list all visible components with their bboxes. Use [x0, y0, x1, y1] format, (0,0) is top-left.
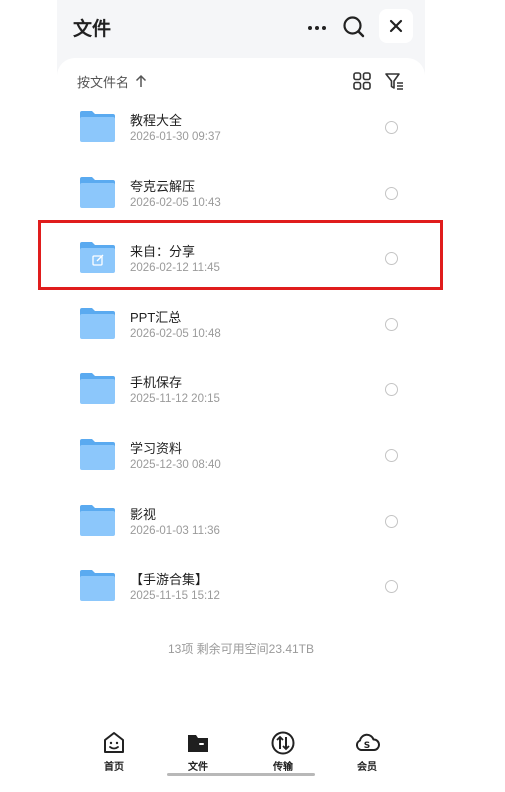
tab-home[interactable]: 首页: [89, 730, 139, 774]
header: 文件: [57, 0, 425, 56]
svg-text:S: S: [364, 741, 370, 751]
file-date: 2026-02-05 10:48: [130, 327, 221, 340]
folder-icon: [80, 111, 115, 142]
close-icon: [389, 19, 403, 33]
folder-icon: [80, 373, 115, 405]
tab-vip-label: 会员: [357, 762, 377, 773]
filter-icon[interactable]: [384, 71, 404, 91]
folder-icon: [188, 735, 208, 752]
select-radio[interactable]: [385, 186, 398, 200]
sort-label: 按文件名: [77, 74, 130, 90]
select-radio[interactable]: [385, 121, 398, 134]
file-list-panel: 按文件名 教程大全 2026-01-30 09:37 夸克云解压 2026-02-05…: [57, 58, 425, 792]
select-radio[interactable]: [385, 317, 398, 331]
file-name: PPT汇总: [130, 309, 182, 325]
storage-summary: 13项 剩余可用空间23.41TB: [167, 642, 315, 656]
tab-files-label: 文件: [188, 762, 208, 773]
more-icon[interactable]: [305, 16, 329, 40]
file-name: 教程大全: [130, 113, 183, 128]
file-name: 【手游合集】: [130, 572, 209, 588]
select-radio[interactable]: [385, 383, 398, 397]
folder-icon: [80, 176, 115, 208]
file-name: 夸克云解压: [130, 178, 196, 194]
file-row[interactable]: 教程大全 2026-01-30 09:37: [57, 98, 425, 163]
tab-home-label: 首页: [104, 762, 124, 773]
file-row[interactable]: 学习资料 2025-12-30 08:40: [57, 426, 425, 491]
select-radio[interactable]: [385, 580, 398, 594]
tab-transfer[interactable]: 传输: [258, 730, 308, 774]
select-radio[interactable]: [385, 449, 398, 462]
cloud-vip-icon: S: [355, 733, 380, 751]
file-date: 2025-11-15 15:12: [130, 590, 220, 603]
phone-screen: 文件 按文件名 教程大全 2026-01-30 09:37 夸克云解压 2026…: [57, 0, 425, 792]
file-row[interactable]: 手机保存 2025-11-12 20:15: [57, 360, 425, 425]
folder-icon: [80, 570, 115, 602]
grid-view-icon[interactable]: [353, 72, 371, 90]
file-date: 2026-02-05 10:43: [130, 196, 221, 209]
search-icon[interactable]: [341, 14, 367, 40]
select-radio[interactable]: [385, 514, 398, 528]
page-title: 文件: [73, 19, 112, 40]
sort-ascending-icon: [135, 74, 147, 87]
tab-transfer-label: 传输: [273, 762, 293, 773]
list-fade: [57, 618, 425, 640]
file-name: 手机保存: [130, 375, 183, 391]
folder-icon: [80, 439, 115, 470]
sort-control[interactable]: 按文件名: [77, 72, 147, 90]
home-smile-icon: [104, 732, 124, 753]
file-row[interactable]: 【手游合集】 2025-11-15 15:12: [57, 557, 425, 622]
highlight-box: [38, 220, 443, 290]
file-date: 2026-01-03 11:36: [130, 524, 220, 537]
file-name: 影视: [130, 506, 157, 522]
file-row[interactable]: PPT汇总 2026-02-05 10:48: [57, 295, 425, 360]
file-date: 2025-11-12 20:15: [130, 393, 220, 406]
file-date: 2025-12-30 08:40: [130, 459, 221, 471]
folder-icon: [80, 504, 115, 536]
file-name: 学习资料: [130, 441, 183, 456]
transfer-icon: [271, 731, 295, 755]
home-indicator: [167, 773, 315, 776]
file-row[interactable]: 夸克云解压 2026-02-05 10:43: [57, 164, 425, 229]
close-button[interactable]: [379, 9, 413, 43]
tab-files[interactable]: 文件: [173, 730, 223, 774]
file-row[interactable]: 影视 2026-01-03 11:36: [57, 492, 425, 557]
file-date: 2026-01-30 09:37: [130, 131, 221, 143]
folder-icon: [80, 307, 115, 339]
tab-vip[interactable]: S 会员: [342, 730, 392, 774]
